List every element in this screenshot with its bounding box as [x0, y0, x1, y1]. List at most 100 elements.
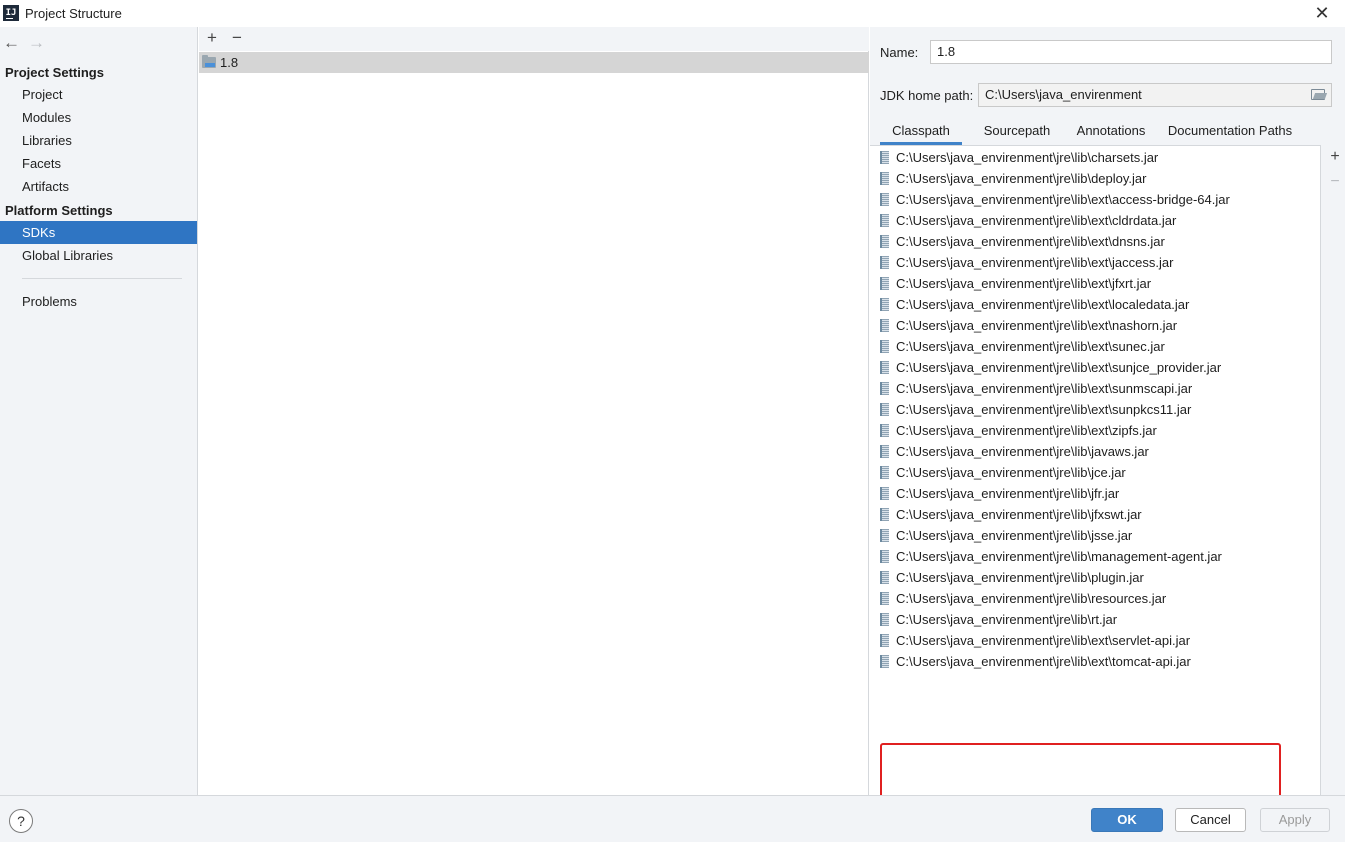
sidebar-item-global-libraries[interactable]: Global Libraries [0, 244, 197, 267]
classpath-row[interactable]: C:\Users\java_envirenment\jre\lib\jsse.j… [870, 525, 1321, 546]
classpath-row[interactable]: C:\Users\java_envirenment\jre\lib\jfr.ja… [870, 483, 1321, 504]
jar-icon [880, 172, 889, 185]
classpath-entry-label: C:\Users\java_envirenment\jre\lib\jsse.j… [896, 528, 1133, 543]
jdk-folder-icon [202, 55, 216, 68]
jar-icon [880, 550, 889, 563]
remove-sdk-button[interactable]: − [229, 28, 245, 48]
classpath-row[interactable]: C:\Users\java_envirenment\jre\lib\jfxswt… [870, 504, 1321, 525]
project-settings-heading: Project Settings [5, 65, 104, 80]
classpath-row[interactable]: C:\Users\java_envirenment\jre\lib\manage… [870, 546, 1321, 567]
classpath-entry-label: C:\Users\java_envirenment\jre\lib\jce.ja… [896, 465, 1126, 480]
jar-icon [880, 151, 889, 164]
classpath-row[interactable]: C:\Users\java_envirenment\jre\lib\ext\su… [870, 399, 1321, 420]
jar-icon [880, 529, 889, 542]
classpath-row[interactable]: C:\Users\java_envirenment\jre\lib\rt.jar [870, 609, 1321, 630]
tab-documentation-paths[interactable]: Documentation Paths [1163, 117, 1297, 145]
jar-icon [880, 382, 889, 395]
browse-folder-icon[interactable] [1311, 89, 1325, 100]
classpath-row[interactable]: C:\Users\java_envirenment\jre\lib\ext\su… [870, 336, 1321, 357]
sdk-details-panel: Name: 1.8 JDK home path: C:\Users\java_e… [870, 27, 1345, 803]
classpath-row[interactable]: C:\Users\java_envirenment\jre\lib\deploy… [870, 168, 1321, 189]
jar-icon [880, 508, 889, 521]
back-arrow-icon[interactable]: ← [3, 33, 20, 53]
classpath-row[interactable]: C:\Users\java_envirenment\jre\lib\ext\se… [870, 630, 1321, 651]
sidebar-item-sdks[interactable]: SDKs [0, 221, 197, 244]
sidebar-item-artifacts[interactable]: Artifacts [0, 175, 197, 198]
classpath-entry-label: C:\Users\java_envirenment\jre\lib\rt.jar [896, 612, 1118, 627]
red-highlight-box [880, 743, 1281, 803]
classpath-entry-label: C:\Users\java_envirenment\jre\lib\charse… [896, 150, 1159, 165]
jar-icon [880, 466, 889, 479]
classpath-entry-label: C:\Users\java_envirenment\jre\lib\deploy… [896, 171, 1147, 186]
classpath-row[interactable]: C:\Users\java_envirenment\jre\lib\ext\ac… [870, 189, 1321, 210]
jdk-home-path-field[interactable]: C:\Users\java_envirenment [978, 83, 1332, 107]
sdk-label: 1.8 [220, 55, 239, 70]
sidebar-divider [22, 278, 182, 279]
classpath-row[interactable]: C:\Users\java_envirenment\jre\lib\resour… [870, 588, 1321, 609]
classpath-row[interactable]: C:\Users\java_envirenment\jre\lib\ext\su… [870, 357, 1321, 378]
close-icon[interactable]: ✕ [1312, 3, 1332, 23]
classpath-entry-label: C:\Users\java_envirenment\jre\lib\ext\na… [896, 318, 1178, 333]
add-classpath-button[interactable]: + [1327, 148, 1343, 166]
classpath-row[interactable]: C:\Users\java_envirenment\jre\lib\plugin… [870, 567, 1321, 588]
classpath-list[interactable]: C:\Users\java_envirenment\jre\lib\charse… [870, 145, 1321, 803]
window-title: Project Structure [25, 6, 122, 21]
jar-icon [880, 340, 889, 353]
classpath-row[interactable]: C:\Users\java_envirenment\jre\lib\ext\lo… [870, 294, 1321, 315]
classpath-entry-label: C:\Users\java_envirenment\jre\lib\ext\ac… [896, 192, 1230, 207]
sidebar-item-project[interactable]: Project [0, 83, 197, 106]
tab-classpath[interactable]: Classpath [880, 117, 962, 145]
ok-button[interactable]: OK [1091, 808, 1163, 832]
sidebar-item-modules[interactable]: Modules [0, 106, 197, 129]
classpath-entry-label: C:\Users\java_envirenment\jre\lib\ext\to… [896, 654, 1191, 669]
classpath-row[interactable]: C:\Users\java_envirenment\jre\lib\jce.ja… [870, 462, 1321, 483]
sdk-list-item[interactable]: 1.8 [199, 52, 869, 73]
name-input[interactable]: 1.8 [930, 40, 1332, 64]
platform-settings-heading: Platform Settings [5, 203, 113, 218]
classpath-row[interactable]: C:\Users\java_envirenment\jre\lib\ext\ja… [870, 252, 1321, 273]
sidebar-item-facets[interactable]: Facets [0, 152, 197, 175]
forward-arrow-icon[interactable]: → [28, 33, 45, 53]
classpath-entry-label: C:\Users\java_envirenment\jre\lib\ext\lo… [896, 297, 1190, 312]
jar-icon [880, 655, 889, 668]
help-button[interactable]: ? [9, 809, 33, 833]
classpath-row[interactable]: C:\Users\java_envirenment\jre\lib\ext\dn… [870, 231, 1321, 252]
classpath-row[interactable]: C:\Users\java_envirenment\jre\lib\ext\to… [870, 651, 1321, 672]
sidebar-item-libraries[interactable]: Libraries [0, 129, 197, 152]
name-label: Name: [880, 45, 919, 60]
classpath-entry-label: C:\Users\java_envirenment\jre\lib\ext\jf… [896, 276, 1152, 291]
classpath-entry-label: C:\Users\java_envirenment\jre\lib\ext\se… [896, 633, 1191, 648]
classpath-row[interactable]: C:\Users\java_envirenment\jre\lib\ext\cl… [870, 210, 1321, 231]
cancel-button[interactable]: Cancel [1175, 808, 1246, 832]
classpath-row[interactable]: C:\Users\java_envirenment\jre\lib\javaws… [870, 441, 1321, 462]
classpath-entry-label: C:\Users\java_envirenment\jre\lib\manage… [896, 549, 1222, 564]
tab-sourcepath[interactable]: Sourcepath [972, 117, 1062, 145]
classpath-row[interactable]: C:\Users\java_envirenment\jre\lib\ext\na… [870, 315, 1321, 336]
classpath-entry-label: C:\Users\java_envirenment\jre\lib\ext\zi… [896, 423, 1157, 438]
jar-icon [880, 193, 889, 206]
jar-icon [880, 361, 889, 374]
jdk-home-path-label: JDK home path: [880, 88, 974, 103]
classpath-entry-label: C:\Users\java_envirenment\jre\lib\ext\ja… [896, 255, 1174, 270]
jar-icon [880, 445, 889, 458]
jar-icon [880, 424, 889, 437]
apply-button[interactable]: Apply [1260, 808, 1330, 832]
jar-icon [880, 487, 889, 500]
sidebar: ← → Project Settings Project Modules Lib… [0, 27, 198, 795]
sidebar-item-problems[interactable]: Problems [0, 290, 197, 313]
classpath-entry-label: C:\Users\java_envirenment\jre\lib\plugin… [896, 570, 1144, 585]
classpath-row[interactable]: C:\Users\java_envirenment\jre\lib\charse… [870, 147, 1321, 168]
classpath-row[interactable]: C:\Users\java_envirenment\jre\lib\ext\su… [870, 378, 1321, 399]
sdk-list-panel: + − 1.8 [199, 27, 869, 795]
classpath-entry-label: C:\Users\java_envirenment\jre\lib\ext\su… [896, 360, 1222, 375]
classpath-entry-label: C:\Users\java_envirenment\jre\lib\ext\su… [896, 381, 1193, 396]
add-sdk-button[interactable]: + [204, 28, 220, 48]
classpath-row[interactable]: C:\Users\java_envirenment\jre\lib\ext\jf… [870, 273, 1321, 294]
remove-classpath-button[interactable]: − [1327, 173, 1343, 191]
classpath-entry-label: C:\Users\java_envirenment\jre\lib\ext\dn… [896, 234, 1165, 249]
classpath-row[interactable]: C:\Users\java_envirenment\jre\lib\ext\zi… [870, 420, 1321, 441]
tab-annotations[interactable]: Annotations [1067, 117, 1155, 145]
jdk-home-path-value: C:\Users\java_envirenment [985, 87, 1142, 102]
dialog-footer: ? OK Cancel Apply [0, 795, 1345, 842]
intellij-logo-icon: IJ [3, 5, 19, 21]
